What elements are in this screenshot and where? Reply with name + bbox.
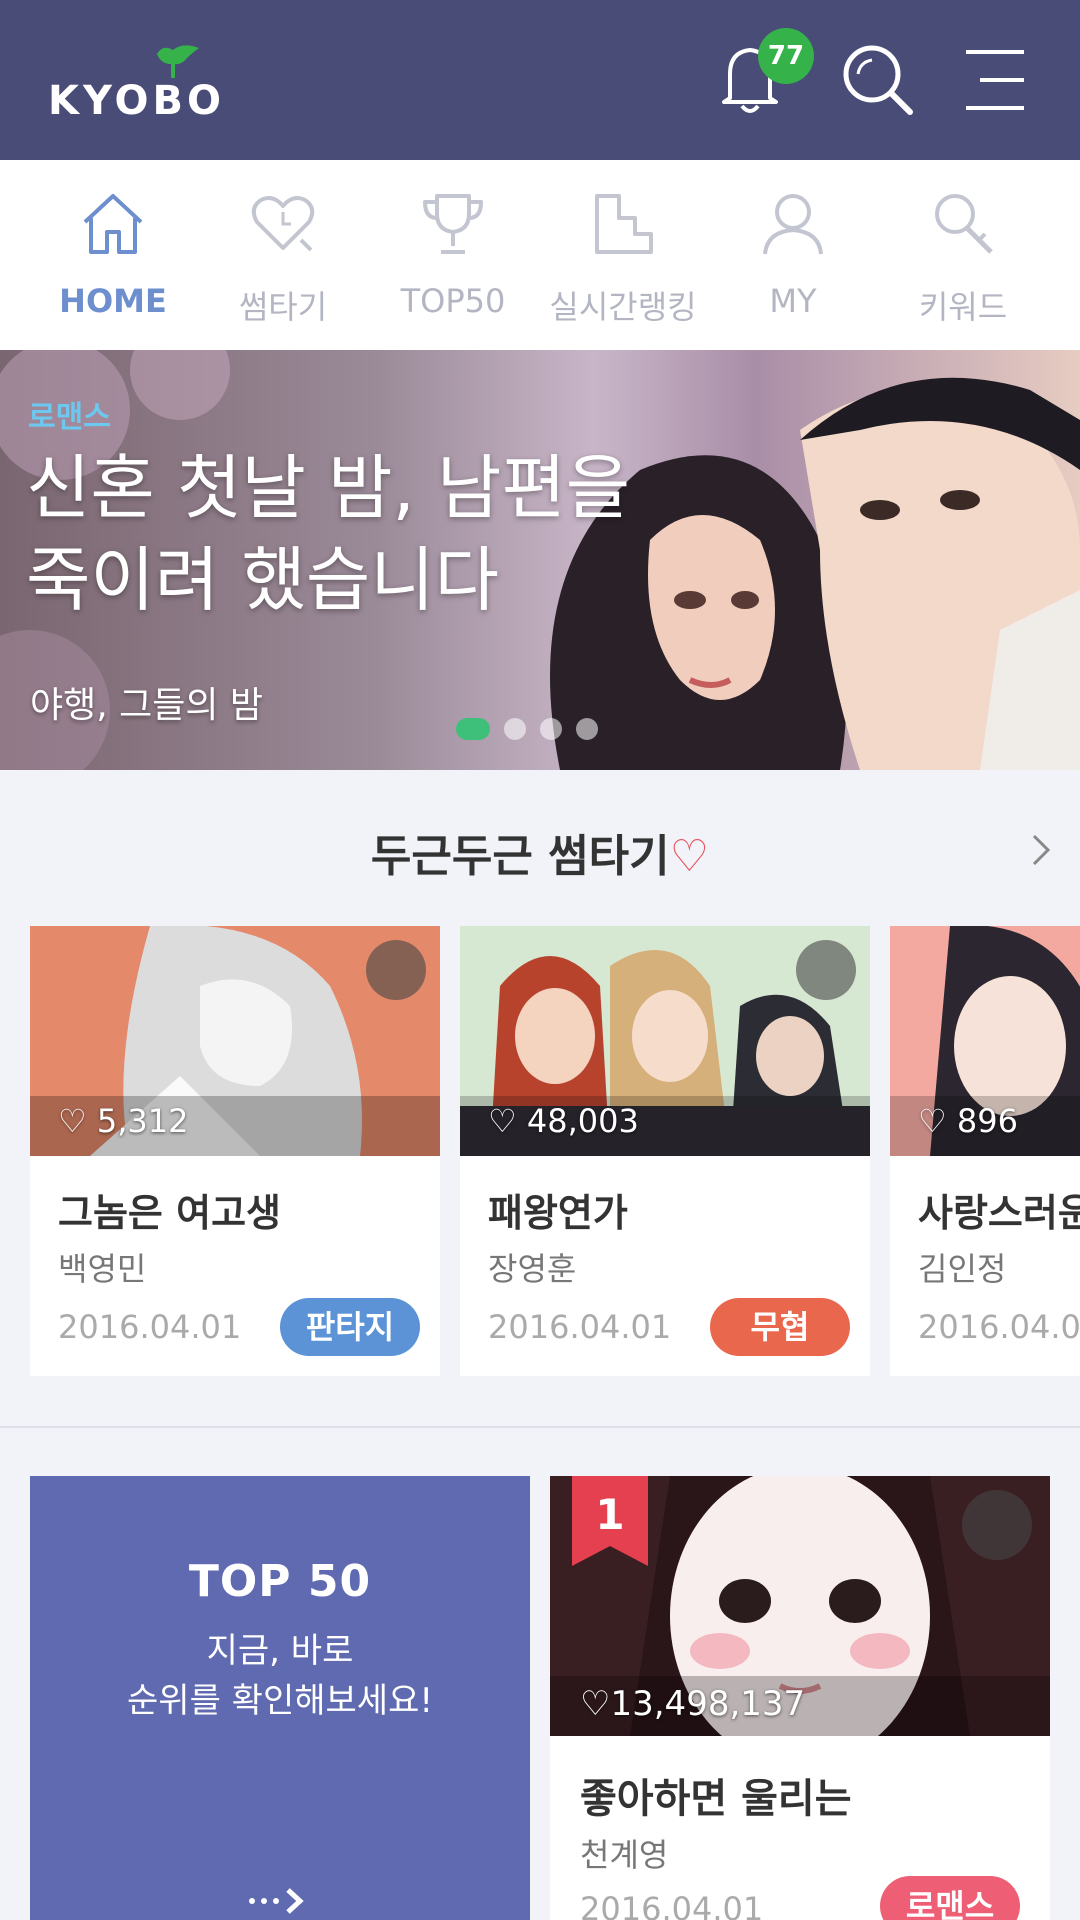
- card-author: 장영훈: [488, 1250, 577, 1288]
- genre-badge[interactable]: 무협: [710, 1298, 850, 1356]
- sseom-card-carousel[interactable]: ♡ 5,312 그놈은 여고생 백영민 2016.04.01 판타지 ♡ 48,…: [30, 926, 1080, 1376]
- tab-my[interactable]: MY: [708, 160, 878, 350]
- favorite-button[interactable]: [962, 1490, 1032, 1560]
- banner-pagination[interactable]: [456, 718, 598, 740]
- search-icon: [843, 45, 913, 115]
- like-count-value: 5,312: [96, 1102, 189, 1140]
- card-title: 그놈은 여고생: [58, 1191, 281, 1235]
- card-date: 2016.04.01: [580, 1890, 764, 1920]
- card-author: 백영민: [58, 1250, 147, 1288]
- app-header: KYOBO 77: [0, 0, 1080, 160]
- ranked-webtoon-card[interactable]: 1 ♡13,498,137 좋아하면 울리는 천계영 2016.04.01 로맨…: [550, 1476, 1050, 1920]
- like-count-value: 896: [956, 1102, 1018, 1140]
- section-divider: [0, 1426, 1080, 1428]
- kyobo-logo[interactable]: KYOBO: [48, 44, 221, 124]
- page-dot[interactable]: [504, 718, 526, 740]
- notification-button[interactable]: 77: [718, 28, 814, 130]
- banner-title-line1: 신혼 첫날 밤, 남편을: [26, 447, 631, 529]
- bird-logo-icon: [157, 45, 199, 78]
- tab-label: 썸타기: [238, 288, 328, 326]
- logo-text: KYOBO: [48, 78, 226, 124]
- top50-subtitle: 지금, 바로 순위를 확인해보세요!: [30, 1626, 530, 1726]
- webtoon-card[interactable]: ♡ 5,312 그놈은 여고생 백영민 2016.04.01 판타지: [30, 926, 440, 1376]
- genre-badge[interactable]: 판타지: [280, 1298, 420, 1356]
- banner-title-line2: 죽이려 했습니다: [26, 539, 500, 621]
- rank-badge: 1: [572, 1476, 648, 1566]
- trophy-icon: [423, 194, 483, 254]
- menu-button[interactable]: [960, 40, 1050, 130]
- card-author: 김인정: [918, 1250, 1007, 1288]
- menu-icon: [966, 50, 1024, 110]
- card-thumbnail: ♡ 48,003: [460, 926, 870, 1156]
- tab-label: TOP50: [400, 282, 506, 320]
- like-count: ♡ 48,003: [488, 1102, 639, 1140]
- banner-subtitle: 야행, 그들의 밤: [30, 685, 264, 726]
- featured-banner[interactable]: 로맨스 신혼 첫날 밤, 남편을 죽이려 했습니다 야행, 그들의 밤: [0, 350, 1080, 770]
- tab-keyword[interactable]: 키워드: [878, 160, 1048, 350]
- card-title: 좋아하면 울리는: [580, 1776, 852, 1822]
- tab-sseom[interactable]: 썸타기: [198, 160, 368, 350]
- notification-badge: 77: [758, 28, 814, 84]
- home-icon: [83, 194, 143, 254]
- page-dot-active[interactable]: [456, 718, 490, 740]
- banner-genre: 로맨스: [28, 400, 111, 435]
- like-count: ♡13,498,137: [580, 1684, 806, 1724]
- search-button[interactable]: [838, 40, 928, 130]
- top50-subtitle-line2: 순위를 확인해보세요!: [127, 1681, 433, 1721]
- card-title: 패왕연가: [488, 1191, 628, 1235]
- tab-top50[interactable]: TOP50: [368, 160, 538, 350]
- chevron-right-icon[interactable]: [1030, 832, 1054, 868]
- tab-label: 키워드: [918, 288, 1008, 326]
- webtoon-card[interactable]: ♡ 896 사랑스러운 김인정 2016.04.01: [890, 926, 1080, 1376]
- user-icon: [763, 194, 823, 255]
- banner-title: 신혼 첫날 밤, 남편을 죽이려 했습니다: [26, 442, 686, 626]
- rank-number: 1: [595, 1490, 625, 1539]
- tab-label: 실시간랭킹: [549, 288, 697, 326]
- page-dot[interactable]: [540, 718, 562, 740]
- favorite-button[interactable]: [366, 940, 426, 1000]
- card-title: 사랑스러운: [918, 1191, 1080, 1235]
- main-tab-bar: HOME 썸타기 TOP50 실시간랭킹 MY 키워드: [0, 160, 1080, 350]
- top50-title: TOP 50: [188, 1556, 372, 1607]
- webtoon-card[interactable]: ♡ 48,003 패왕연가 장영훈 2016.04.01 무협: [460, 926, 870, 1376]
- tab-label: HOME: [59, 282, 167, 320]
- like-count-value: 13,498,137: [610, 1684, 806, 1724]
- card-thumbnail: 1 ♡13,498,137: [550, 1476, 1050, 1736]
- heart-icon: ♡: [669, 831, 710, 882]
- card-date: 2016.04.01: [58, 1308, 242, 1346]
- stairs-icon: [595, 194, 653, 254]
- like-count-value: 48,003: [526, 1102, 639, 1140]
- key-search-icon: [935, 194, 993, 254]
- like-count: ♡ 896: [918, 1102, 1018, 1140]
- favorite-button[interactable]: [796, 940, 856, 1000]
- like-count: ♡ 5,312: [58, 1102, 189, 1140]
- top50-subtitle-line1: 지금, 바로: [206, 1631, 354, 1671]
- section-title: 두근두근 썸타기♡: [0, 820, 1080, 884]
- genre-badge[interactable]: 로맨스: [880, 1876, 1020, 1920]
- card-date: 2016.04.01: [918, 1308, 1080, 1346]
- card-thumbnail: ♡ 5,312: [30, 926, 440, 1156]
- heart-clock-icon: [251, 196, 315, 252]
- tab-realtime-ranking[interactable]: 실시간랭킹: [538, 160, 708, 350]
- tab-label: MY: [769, 282, 817, 320]
- card-thumbnail: ♡ 896: [890, 926, 1080, 1156]
- section-title-text: 두근두근 썸타기: [370, 831, 670, 882]
- tab-home[interactable]: HOME: [28, 160, 198, 350]
- card-author: 천계영: [580, 1836, 669, 1874]
- card-date: 2016.04.01: [488, 1308, 672, 1346]
- more-arrow-icon[interactable]: [246, 1886, 316, 1916]
- page-dot[interactable]: [576, 718, 598, 740]
- top50-tile[interactable]: TOP 50 지금, 바로 순위를 확인해보세요!: [30, 1476, 530, 1920]
